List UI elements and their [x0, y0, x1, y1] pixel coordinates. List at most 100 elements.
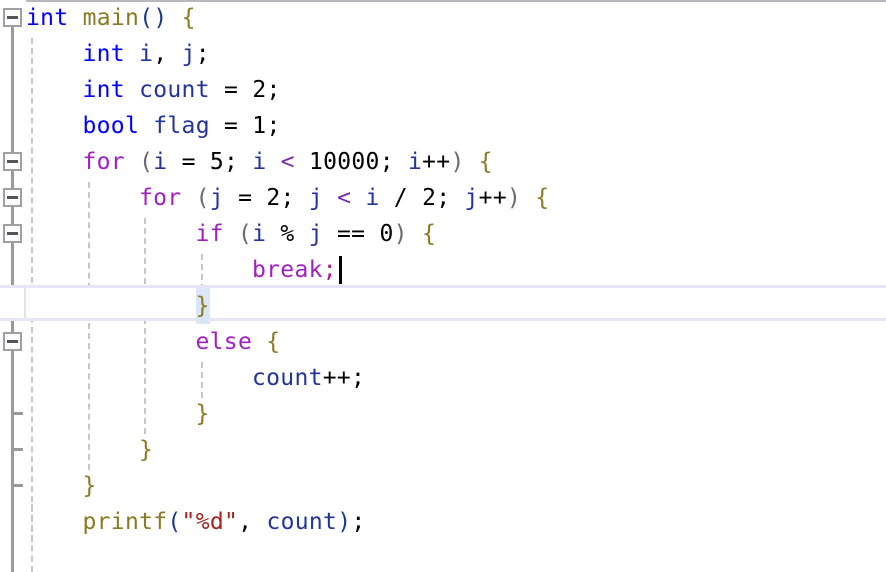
code-line[interactable]: int count = 2; — [0, 72, 886, 108]
code-line[interactable]: break; — [0, 252, 886, 288]
code-line[interactable]: for (i = 5; i < 10000; i++) { — [0, 144, 886, 180]
code-token: = — [167, 149, 210, 175]
code-token: = — [209, 77, 253, 103]
code-token: 1 — [252, 113, 267, 139]
code-line[interactable]: else { — [0, 324, 886, 360]
code-token: { — [266, 329, 281, 355]
code-token: i — [252, 149, 267, 175]
code-token: ; — [351, 365, 366, 391]
code-line[interactable]: if (i % j == 0) { — [0, 216, 886, 252]
code-token: ; — [266, 113, 281, 139]
code-token: , — [153, 41, 182, 67]
code-token: % — [266, 221, 309, 247]
code-token: } — [195, 401, 210, 427]
code-token: bool — [82, 113, 140, 139]
code-token: 5 — [209, 149, 225, 175]
code-token: ; — [436, 185, 465, 211]
code-line[interactable]: for (j = 2; j < i / 2; j++) { — [0, 180, 886, 216]
code-token: else — [195, 329, 253, 355]
code-token: count — [266, 509, 338, 535]
code-token: / — [379, 185, 423, 211]
code-token: } — [195, 288, 210, 324]
code-token: if — [195, 221, 224, 247]
code-token: { — [535, 185, 550, 211]
code-token: ; — [266, 77, 281, 103]
code-token: j — [308, 221, 323, 247]
code-token: ; — [351, 509, 366, 535]
code-token: , — [238, 509, 267, 535]
code-token: ++ — [478, 185, 507, 211]
code-token: j — [209, 185, 224, 211]
code-token: int — [26, 5, 69, 31]
code-token: main — [82, 5, 140, 31]
code-line[interactable]: printf("%d", count); — [0, 504, 886, 540]
code-line[interactable]: } — [0, 432, 886, 468]
code-token: i — [153, 149, 168, 175]
code-token: } — [139, 437, 154, 463]
code-token: 2 — [422, 185, 437, 211]
code-line[interactable]: } — [0, 468, 886, 504]
code-text-area[interactable]: int main() {int i, j; int count = 2; bool … — [0, 0, 886, 572]
code-token: < — [337, 185, 352, 211]
code-token: < — [280, 149, 295, 175]
code-token: printf — [82, 509, 168, 535]
code-editor[interactable]: int main() {int i, j; int count = 2; bool … — [0, 0, 886, 572]
code-token: flag — [153, 113, 210, 139]
code-token: "%d" — [181, 509, 239, 535]
code-token: ( — [237, 221, 253, 247]
code-token: for — [82, 149, 125, 175]
code-token: ; — [195, 41, 210, 67]
code-token: = — [223, 185, 267, 211]
text-caret — [339, 256, 343, 284]
code-token: { — [421, 221, 437, 247]
code-token: ) — [393, 221, 408, 247]
code-line[interactable]: int i, j; — [0, 36, 886, 72]
code-token: ) — [337, 509, 352, 535]
code-token: 10000 — [308, 149, 380, 175]
code-token: int — [82, 41, 125, 67]
code-token: ) — [450, 149, 465, 175]
code-token: i — [408, 149, 423, 175]
code-token: = — [209, 113, 253, 139]
code-token: () — [139, 5, 168, 31]
code-token: j — [308, 185, 323, 211]
code-token: int — [82, 77, 125, 103]
code-token: i — [139, 41, 154, 67]
code-token: 0 — [379, 221, 394, 247]
code-line[interactable]: int main() { — [0, 0, 886, 36]
code-token: j — [464, 185, 479, 211]
code-token: ( — [167, 509, 182, 535]
code-token: count — [139, 77, 210, 103]
code-line[interactable]: } — [0, 396, 886, 432]
code-line[interactable]: count++; — [0, 360, 886, 396]
code-token: ( — [139, 149, 154, 175]
code-token: count — [252, 365, 323, 391]
code-line[interactable]: bool flag = 1; — [0, 108, 886, 144]
code-token: 2 — [252, 77, 267, 103]
code-token: ; — [224, 149, 253, 175]
code-token: i — [252, 221, 267, 247]
code-line[interactable]: } — [0, 288, 886, 324]
code-token: } — [82, 473, 97, 499]
code-token: { — [478, 149, 493, 175]
code-token: ; — [379, 149, 408, 175]
code-token: j — [181, 41, 196, 67]
code-token: ; — [322, 257, 337, 283]
code-token: 2 — [266, 185, 281, 211]
